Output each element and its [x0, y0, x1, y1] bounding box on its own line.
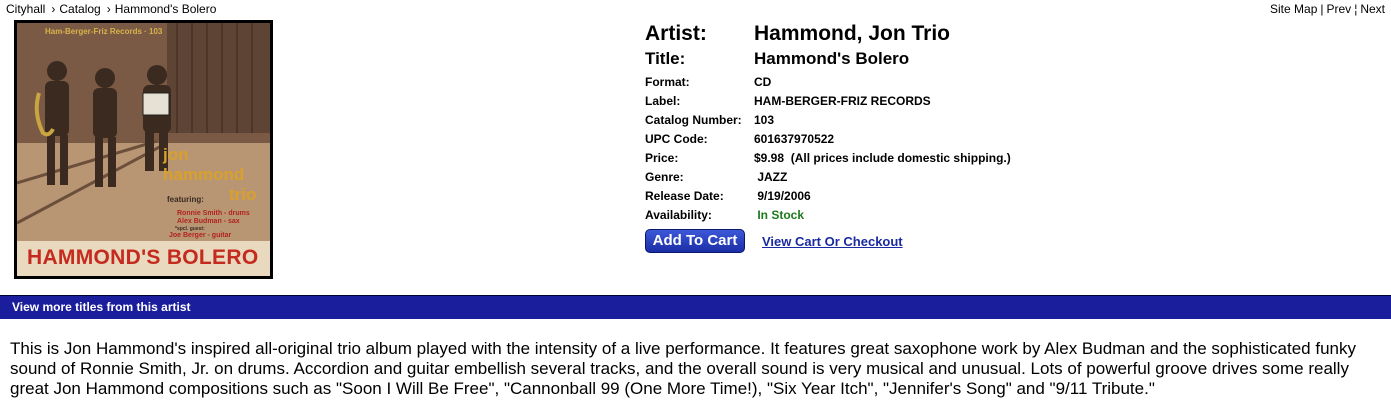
title-row: Title: Hammond's Bolero [645, 49, 1011, 75]
chevron-right-icon: › [106, 2, 111, 16]
prev-link[interactable]: Prev [1327, 2, 1352, 16]
breadcrumb: Cityhall › Catalog › Hammond's Bolero [6, 2, 216, 16]
cover-artwork [17, 23, 270, 276]
cover-line-hammond: hammond [163, 165, 245, 184]
next-link[interactable]: Next [1360, 2, 1385, 16]
label-label: Label: [645, 94, 681, 108]
availability-label: Availability: [645, 208, 712, 222]
upc-label: UPC Code: [645, 132, 708, 146]
availability-row: Availability: In Stock [645, 208, 1011, 227]
divider: ¦ [1354, 2, 1358, 16]
catalog-label: Catalog Number: [645, 113, 742, 127]
view-cart-link[interactable]: View Cart Or Checkout [762, 234, 903, 249]
cover-credit-guitar: Joe Berger - guitar [169, 232, 232, 239]
genre-label: Genre: [645, 170, 684, 184]
top-right-nav: Site Map | Prev ¦ Next [1270, 2, 1385, 16]
upc-value: 601637970522 [754, 132, 835, 146]
artist-value: Hammond, Jon Trio [754, 22, 951, 45]
genre-row: Genre: JAZZ [645, 170, 1011, 189]
add-to-cart-button[interactable]: Add To Cart [645, 229, 745, 253]
label-value: HAM-BERGER-FRIZ RECORDS [754, 94, 931, 108]
artist-row: Artist: Hammond, Jon Trio [645, 22, 1011, 49]
label-row: Label: HAM-BERGER-FRIZ RECORDS [645, 94, 1011, 113]
genre-value: JAZZ [754, 170, 788, 184]
cover-featuring: featuring: [167, 195, 204, 204]
catalog-row: Catalog Number: 103 [645, 113, 1011, 132]
album-description: This is Jon Hammond's inspired all-origi… [10, 339, 1356, 398]
artist-label: Artist: [645, 22, 707, 45]
price-value: $9.98 (All prices include domestic shipp… [754, 151, 1011, 165]
cover-line-jon: jon [163, 145, 189, 164]
title-value: Hammond's Bolero [754, 49, 910, 68]
format-row: Format: CD [645, 75, 1011, 94]
cart-actions: Add To Cart View Cart Or Checkout [645, 229, 903, 253]
format-value: CD [754, 75, 772, 89]
product-details: Artist: Hammond, Jon Trio Title: Hammond… [645, 22, 1011, 227]
release-value: 9/19/2006 [754, 189, 811, 203]
breadcrumb-current: Hammond's Bolero [114, 2, 217, 16]
breadcrumb-catalog[interactable]: Catalog [59, 2, 100, 16]
price-label: Price: [645, 151, 679, 165]
breadcrumb-cityhall[interactable]: Cityhall [6, 2, 45, 16]
availability-value: In Stock [754, 208, 805, 222]
cover-banner-text: Ham-Berger-Friz Records · 103 [45, 27, 163, 36]
title-label: Title: [645, 49, 686, 68]
more-titles-link[interactable]: View more titles from this artist [12, 300, 191, 314]
release-row: Release Date: 9/19/2006 [645, 189, 1011, 208]
cover-credit-drums: Ronnie Smith - drums [177, 210, 250, 217]
site-map-link[interactable]: Site Map [1270, 2, 1317, 16]
cover-album-title: HAMMOND'S BOLERO [27, 246, 259, 269]
release-label: Release Date: [645, 189, 724, 203]
cover-line-trio: trio [229, 185, 257, 204]
cover-credit-sax: Alex Budman - sax [177, 218, 240, 225]
catalog-value: 103 [754, 113, 775, 127]
album-cover[interactable]: Ham-Berger-Friz Records · 103 jon hammon… [14, 20, 273, 279]
more-titles-bar[interactable]: View more titles from this artist [0, 295, 1391, 319]
chevron-right-icon: › [51, 2, 56, 16]
upc-row: UPC Code: 601637970522 [645, 132, 1011, 151]
divider: | [1320, 2, 1324, 16]
price-row: Price: $9.98 (All prices include domesti… [645, 151, 1011, 170]
format-label: Format: [645, 75, 690, 89]
